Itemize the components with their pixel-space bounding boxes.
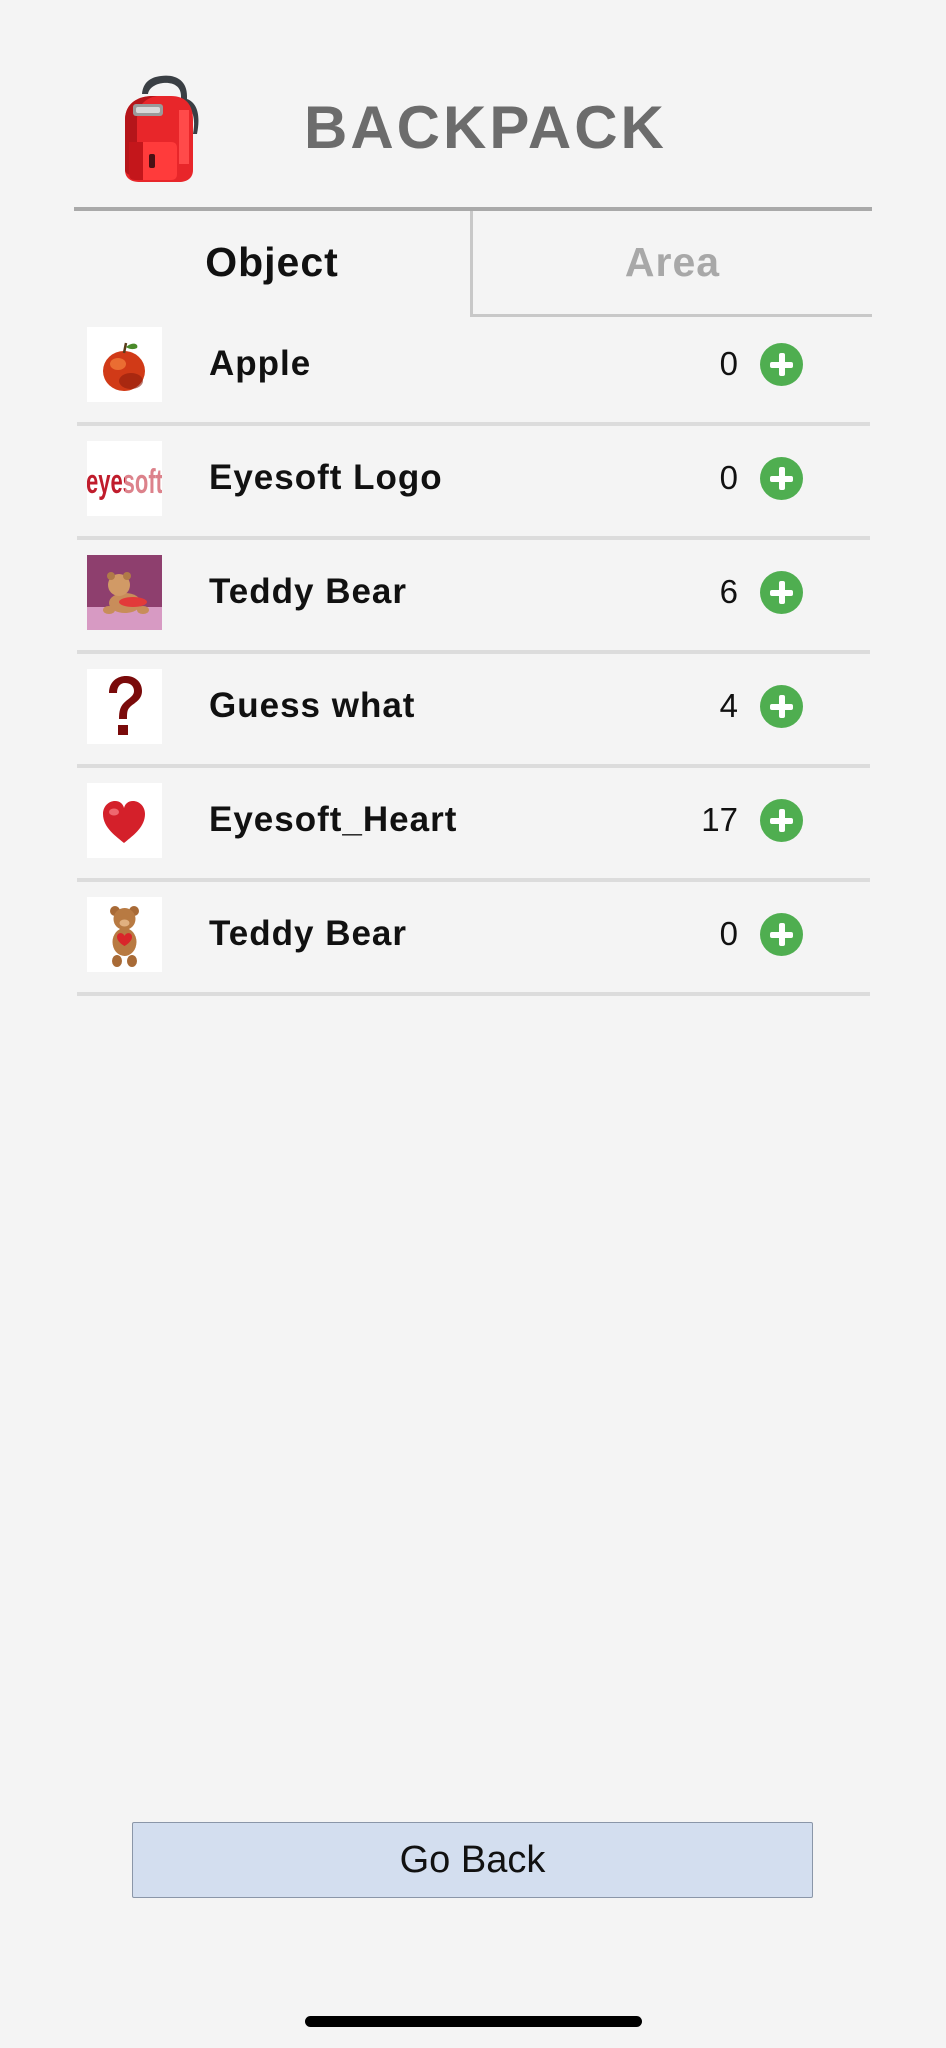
add-button[interactable] [760, 343, 803, 386]
apple-thumbnail [87, 327, 162, 402]
row-divider [77, 878, 870, 882]
row-divider [77, 536, 870, 540]
list-item: Teddy Bear 0 [0, 887, 946, 1001]
item-name: Teddy Bear [209, 572, 408, 611]
row-divider [77, 764, 870, 768]
item-count: 0 [719, 345, 738, 382]
tab-area[interactable]: Area [470, 211, 872, 317]
item-count: 0 [719, 459, 738, 496]
go-back-button[interactable]: Go Back [132, 1822, 813, 1898]
teddy-bear-thumbnail [87, 897, 162, 972]
row-divider [77, 992, 870, 996]
item-name: Apple [209, 344, 312, 383]
question-mark-thumbnail [87, 669, 162, 744]
add-button[interactable] [760, 685, 803, 728]
add-button[interactable] [760, 799, 803, 842]
row-divider [77, 422, 870, 426]
header: BACKPACK [0, 0, 946, 211]
list-item: Guess what 4 [0, 659, 946, 773]
item-count: 0 [719, 915, 738, 952]
home-indicator [305, 2016, 642, 2027]
item-count: 17 [701, 801, 738, 838]
add-button[interactable] [760, 913, 803, 956]
add-button[interactable] [760, 457, 803, 500]
item-name: Teddy Bear [209, 914, 408, 953]
teddy-bear-photo-thumbnail [87, 555, 162, 630]
add-button[interactable] [760, 571, 803, 614]
page-title: BACKPACK [304, 94, 667, 161]
list-item: Eyesoft_Heart 17 [0, 773, 946, 887]
list-item: Teddy Bear 6 [0, 545, 946, 659]
item-name: Eyesoft_Heart [209, 800, 458, 839]
item-count: 4 [719, 687, 738, 724]
item-name: Guess what [209, 686, 416, 725]
backpack-icon [113, 70, 209, 186]
item-count: 6 [719, 573, 738, 610]
tab-object[interactable]: Object [74, 211, 470, 314]
item-name: Eyesoft Logo [209, 458, 443, 497]
list-item: eyesoft Eyesoft Logo 0 [0, 431, 946, 545]
row-divider [77, 650, 870, 654]
list-item: Apple 0 [0, 317, 946, 431]
eyesoft-logo-thumbnail: eyesoft [87, 441, 162, 516]
tab-bar: Object Area [74, 211, 872, 317]
heart-thumbnail [87, 783, 162, 858]
